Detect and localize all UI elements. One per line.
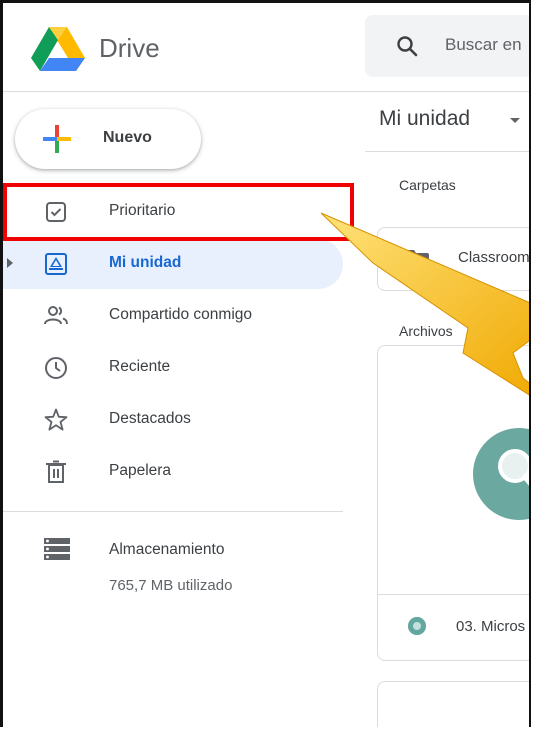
sidebar-item-compartido[interactable]: Compartido conmigo xyxy=(3,291,343,341)
new-button[interactable]: Nuevo xyxy=(15,109,201,169)
file-type-icon xyxy=(408,617,426,635)
storage-label[interactable]: Almacenamiento xyxy=(109,541,224,559)
highlight-annotation xyxy=(3,183,354,241)
app-title[interactable]: Drive xyxy=(99,33,160,64)
page-title[interactable]: Mi unidad xyxy=(379,107,470,131)
plus-icon xyxy=(43,125,71,153)
sidebar-item-label: Destacados xyxy=(109,410,191,427)
storage-used-text: 765,7 MB utilizado xyxy=(109,577,233,594)
drive-logo-icon[interactable] xyxy=(31,27,85,71)
trash-icon xyxy=(46,460,66,483)
star-icon xyxy=(44,408,68,431)
pointer-arrow-annotation xyxy=(320,212,529,396)
app-window: Drive Buscar en Nuevo Prioritario Mi uni… xyxy=(0,0,531,727)
search-bar[interactable]: Buscar en xyxy=(365,15,529,77)
chevron-down-icon[interactable] xyxy=(510,118,520,123)
sidebar-item-label: Papelera xyxy=(109,462,172,479)
file-thumbnail xyxy=(473,428,529,520)
sidebar-item-destacados[interactable]: Destacados xyxy=(3,395,343,445)
sidebar-item-label: Mi unidad xyxy=(109,254,182,271)
sidebar-item-reciente[interactable]: Reciente xyxy=(3,343,343,393)
file-name: 03. Micros xyxy=(456,618,526,635)
file-item[interactable] xyxy=(377,681,529,727)
clock-icon xyxy=(45,357,67,379)
folders-heading: Carpetas xyxy=(399,177,456,193)
main-divider xyxy=(365,151,529,152)
sidebar-divider xyxy=(3,511,343,512)
search-icon[interactable] xyxy=(395,34,419,58)
file-title-bar: 03. Micros xyxy=(378,594,529,660)
storage-icon xyxy=(44,538,70,560)
sidebar-item-label: Compartido conmigo xyxy=(109,306,253,323)
sidebar-item-mi-unidad[interactable]: Mi unidad xyxy=(3,239,343,289)
new-button-label: Nuevo xyxy=(103,129,152,146)
search-input[interactable]: Buscar en xyxy=(445,35,522,55)
shared-people-icon xyxy=(44,306,68,325)
my-drive-icon xyxy=(45,253,67,275)
sidebar-item-label: Reciente xyxy=(109,358,171,375)
magnifier-icon xyxy=(498,449,529,486)
main-content: Mi unidad Carpetas Classroom Archivos 03… xyxy=(365,91,529,727)
sidebar-item-papelera[interactable]: Papelera xyxy=(3,447,343,497)
top-header: Drive Buscar en xyxy=(3,3,529,92)
expand-arrow-icon[interactable] xyxy=(7,258,13,268)
